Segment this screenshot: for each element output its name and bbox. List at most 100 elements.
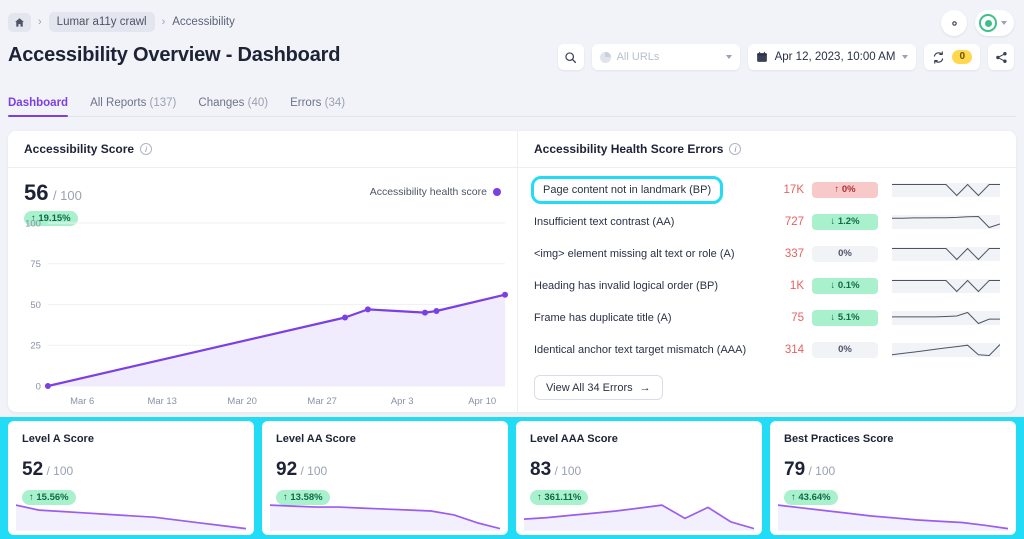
error-name: Page content not in landmark (BP) — [530, 176, 758, 204]
card-score: 83 / 100 — [530, 459, 582, 480]
error-row[interactable]: Page content not in landmark (BP) 17K ↑ … — [518, 174, 1016, 206]
card-score: 92 / 100 — [276, 459, 328, 480]
card-sparkline — [524, 503, 754, 535]
tab-count: (34) — [324, 97, 346, 109]
error-name: Insufficient text contrast (AA) — [534, 216, 675, 228]
score-card[interactable]: Best Practices Score 79 / 100 ↑ 43.64% — [770, 421, 1016, 535]
tab-errors[interactable]: Errors (34) — [290, 97, 345, 116]
score-line-chart: 0 25 50 75 100 Mar 6 Mar 13 Mar 20 Mar 27 Apr 3 Ap… — [8, 215, 517, 412]
refresh-icon — [934, 50, 944, 64]
panel-title: Accessibility Score — [24, 142, 135, 156]
tab-label: Errors — [290, 97, 322, 109]
error-delta: ↓ 0.1% — [812, 277, 878, 295]
card-score: 52 / 100 — [22, 459, 74, 480]
tab-label: Changes — [198, 97, 245, 109]
date-range-value: Apr 12, 2023, 10:00 AM — [774, 51, 896, 63]
tab-dashboard[interactable]: Dashboard — [8, 97, 69, 117]
view-all-errors-button[interactable]: View All 34 Errors → — [534, 375, 663, 400]
date-range-picker[interactable]: Apr 12, 2023, 10:00 AM — [747, 44, 917, 70]
svg-text:100: 100 — [25, 218, 41, 229]
legend-color-dot — [493, 188, 501, 196]
card-delta-badge: ↑ 15.56% — [22, 485, 76, 505]
svg-text:Mar 6: Mar 6 — [70, 396, 94, 407]
error-row[interactable]: Frame has duplicate title (A) 75 ↓ 5.1% — [518, 302, 1016, 334]
view-all-label: View All 34 Errors — [546, 381, 633, 394]
svg-text:0: 0 — [36, 381, 41, 392]
card-sparkline — [16, 503, 246, 535]
arrow-right-icon: → — [639, 381, 651, 394]
info-icon[interactable]: i — [140, 143, 153, 155]
share-icon[interactable] — [988, 44, 1014, 70]
tab-changes[interactable]: Changes (40) — [198, 97, 268, 116]
refresh-button[interactable]: 0 — [924, 44, 980, 70]
error-row[interactable]: Insufficient text contrast (AA) 727 ↓ 1.… — [518, 206, 1016, 238]
calendar-icon — [756, 51, 767, 62]
tab-bar: Dashboard All Reports (137) Changes (40)… — [8, 90, 1016, 117]
svg-text:75: 75 — [30, 259, 41, 270]
error-sparkline — [892, 307, 1000, 329]
chevron-down-icon — [725, 55, 732, 59]
card-sparkline — [778, 503, 1008, 535]
home-icon[interactable] — [8, 12, 31, 32]
card-title: Best Practices Score — [784, 433, 894, 445]
url-filter-select[interactable]: All URLs — [591, 44, 740, 70]
page-title: Accessibility Overview - Dashboard — [8, 44, 341, 66]
breadcrumb: › Lumar a11y crawl › Accessibility — [8, 12, 235, 32]
error-delta: 0% — [812, 245, 878, 263]
panel-header: Accessibility Score i — [8, 131, 517, 168]
panel-title: Accessibility Health Score Errors — [534, 142, 724, 156]
url-filter-placeholder: All URLs — [616, 51, 660, 63]
card-sparkline — [270, 503, 500, 535]
card-denominator: / 100 — [43, 464, 74, 478]
chevron-down-icon — [1001, 21, 1007, 25]
error-list: Page content not in landmark (BP) 17K ↑ … — [518, 168, 1016, 366]
tab-count: (137) — [149, 97, 177, 109]
error-count: 727 — [784, 216, 804, 228]
card-delta-badge: ↑ 43.64% — [784, 485, 838, 505]
chart-legend: Accessibility health score — [370, 186, 501, 198]
avatar[interactable] — [975, 10, 1014, 36]
dashboard-page: › Lumar a11y crawl › Accessibility Acces… — [0, 0, 1024, 539]
card-delta-badge: ↑ 13.58% — [276, 485, 330, 505]
error-name-highlighted[interactable]: Page content not in landmark (BP) — [530, 176, 724, 204]
error-sparkline — [892, 339, 1000, 361]
card-denominator: / 100 — [297, 464, 328, 478]
panel-header: Accessibility Health Score Errors i — [518, 131, 1016, 168]
user-avatar-icon — [979, 14, 997, 32]
error-row[interactable]: Heading has invalid logical order (BP) 1… — [518, 270, 1016, 302]
tab-label: Dashboard — [8, 97, 69, 109]
card-title: Level AAA Score — [530, 433, 618, 445]
score-card[interactable]: Level AAA Score 83 / 100 ↑ 361.11% — [516, 421, 762, 535]
card-score: 79 / 100 — [784, 459, 836, 480]
svg-text:Apr 10: Apr 10 — [468, 396, 496, 407]
tab-count: (40) — [247, 97, 269, 109]
card-denominator: / 100 — [805, 464, 836, 478]
error-row[interactable]: Identical anchor text target mismatch (A… — [518, 334, 1016, 366]
main-panel: Accessibility Score i 56 / 100 ↑ 19.15% … — [8, 131, 1016, 412]
tab-all-reports[interactable]: All Reports (137) — [90, 97, 176, 116]
error-sparkline — [892, 211, 1000, 233]
error-name: Heading has invalid logical order (BP) — [534, 280, 719, 292]
error-count: 314 — [784, 344, 804, 356]
info-icon[interactable]: i — [729, 143, 742, 155]
svg-text:50: 50 — [30, 300, 41, 311]
card-delta-badge: ↑ 361.11% — [530, 485, 589, 505]
error-name: Identical anchor text target mismatch (A… — [534, 344, 747, 356]
breadcrumb-separator: › — [38, 16, 42, 28]
score-card[interactable]: Level A Score 52 / 100 ↑ 15.56% — [8, 421, 254, 535]
filter-toolbar: All URLs Apr 12, 2023, 10:00 AM 0 — [557, 44, 1014, 70]
error-row[interactable]: <img> element missing alt text or role (… — [518, 238, 1016, 270]
error-delta: ↑ 0% — [812, 181, 878, 199]
error-name: <img> element missing alt text or role (… — [534, 248, 735, 260]
gear-icon[interactable] — [941, 10, 967, 36]
breadcrumb-current[interactable]: Accessibility — [172, 16, 235, 28]
score-card[interactable]: Level AA Score 92 / 100 ↑ 13.58% — [262, 421, 508, 535]
error-delta: ↓ 5.1% — [812, 309, 878, 327]
account-controls — [941, 10, 1014, 36]
card-title: Level A Score — [22, 433, 94, 445]
svg-text:Mar 13: Mar 13 — [147, 396, 177, 407]
breadcrumb-separator: › — [161, 16, 166, 28]
error-sparkline — [892, 243, 1000, 265]
search-icon[interactable] — [557, 44, 584, 70]
breadcrumb-project[interactable]: Lumar a11y crawl — [48, 12, 155, 32]
